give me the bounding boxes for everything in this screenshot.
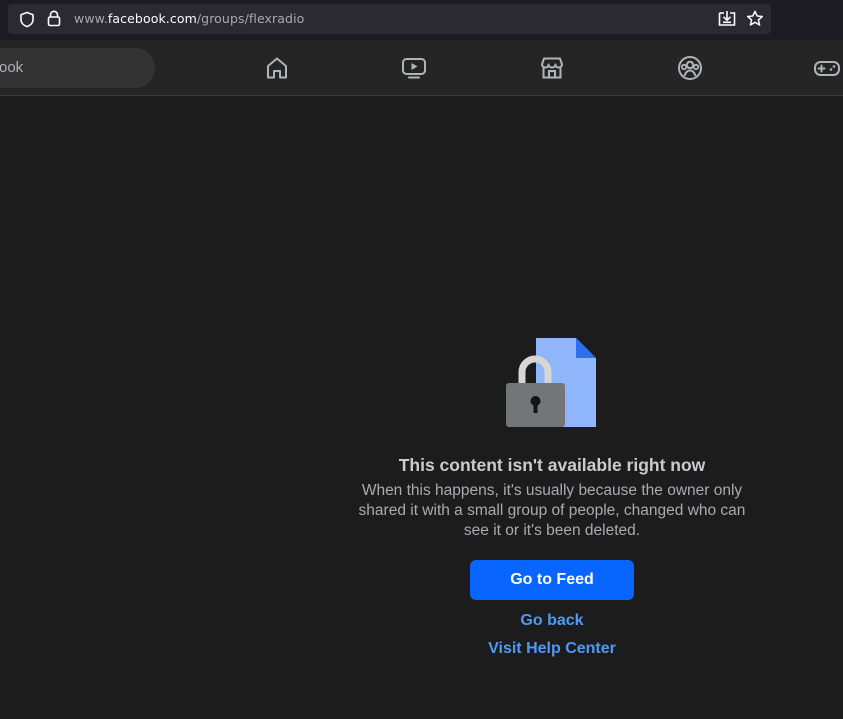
go-to-feed-button[interactable]: Go to Feed <box>470 560 634 600</box>
shield-icon[interactable] <box>19 11 35 28</box>
locked-content-illustration <box>506 338 596 427</box>
lock-icon[interactable] <box>47 10 61 27</box>
url-prefix: www. <box>74 11 108 26</box>
description-line: see it or it's been deleted. <box>463 522 641 539</box>
address-bar[interactable]: www.facebook.com/groups/flexradio <box>8 4 771 34</box>
visit-help-center-link[interactable]: Visit Help Center <box>402 640 702 658</box>
bookmark-star-icon[interactable] <box>746 10 764 27</box>
error-title: This content isn't available right now <box>398 455 706 475</box>
home-icon[interactable] <box>263 54 291 82</box>
groups-icon[interactable] <box>676 54 704 82</box>
search-text: ook <box>0 59 24 76</box>
url-text[interactable]: www.facebook.com/groups/flexradio <box>74 11 304 26</box>
save-to-pocket-icon[interactable] <box>718 10 736 27</box>
error-description: When this happens, it's usually because … <box>322 481 782 541</box>
facebook-navbar: ook <box>0 40 843 96</box>
marketplace-icon[interactable] <box>538 54 566 82</box>
url-path: /groups/flexradio <box>196 11 305 26</box>
description-line: shared it with a small group of people, … <box>358 502 746 519</box>
browser-toolbar: www.facebook.com/groups/flexradio <box>0 0 843 40</box>
url-domain: facebook.com <box>107 11 197 26</box>
video-icon[interactable] <box>400 54 428 82</box>
go-back-link[interactable]: Go back <box>402 612 702 630</box>
description-line: When this happens, it's usually because … <box>361 482 743 499</box>
search-input[interactable]: ook <box>0 48 155 88</box>
gaming-icon[interactable] <box>813 54 841 82</box>
